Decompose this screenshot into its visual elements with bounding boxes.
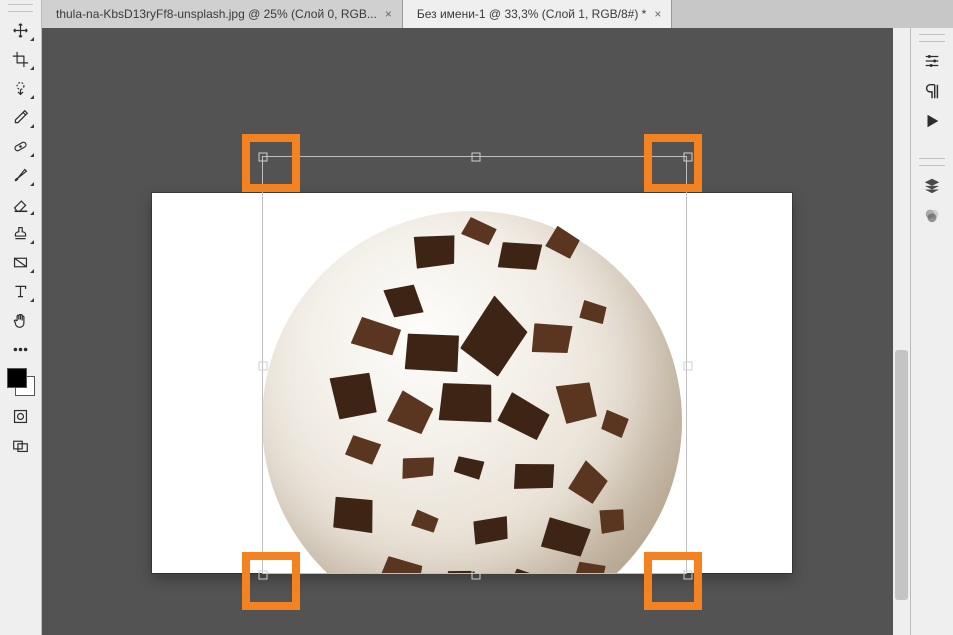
- free-transform-bounding-box[interactable]: [262, 156, 687, 574]
- panel-paragraph-icon[interactable]: [917, 78, 947, 104]
- document-tab[interactable]: Без имени-1 @ 33,3% (Слой 1, RGB/8#) * ×: [403, 0, 673, 28]
- vertical-scrollbar[interactable]: [893, 28, 910, 611]
- panel-actions-icon[interactable]: [917, 108, 947, 134]
- annotation-highlight: [644, 552, 702, 610]
- spot-healing-tool[interactable]: [6, 134, 36, 159]
- submenu-indicator-icon: [30, 66, 34, 70]
- submenu-indicator-icon: [30, 124, 34, 128]
- submenu-indicator-icon: [30, 95, 34, 99]
- hand-tool[interactable]: [6, 308, 36, 333]
- panel-adjustments-icon[interactable]: [917, 48, 947, 74]
- screen-mode-toggle[interactable]: [6, 433, 36, 458]
- gradient-tool[interactable]: [6, 250, 36, 275]
- crop-tool[interactable]: [6, 47, 36, 72]
- clone-stamp-tool[interactable]: [6, 221, 36, 246]
- submenu-indicator-icon: [30, 240, 34, 244]
- panel-grip[interactable]: [919, 158, 945, 166]
- panel-grip[interactable]: [919, 34, 945, 42]
- close-icon[interactable]: ×: [654, 7, 661, 21]
- more-tools[interactable]: [6, 337, 36, 362]
- document-tab-label: thula-na-KbsD13ryFf8-unsplash.jpg @ 25% …: [56, 7, 377, 21]
- annotation-highlight: [644, 134, 702, 192]
- submenu-indicator-icon: [30, 269, 34, 273]
- eraser-tool[interactable]: [6, 192, 36, 217]
- document-tab[interactable]: thula-na-KbsD13ryFf8-unsplash.jpg @ 25% …: [42, 0, 403, 28]
- document-tab-label: Без имени-1 @ 33,3% (Слой 1, RGB/8#) *: [417, 7, 647, 21]
- move-tool[interactable]: [6, 18, 36, 43]
- annotation-highlight: [242, 134, 300, 192]
- type-tool[interactable]: [6, 279, 36, 304]
- foreground-color-swatch[interactable]: [7, 368, 27, 388]
- close-icon[interactable]: ×: [385, 7, 392, 21]
- quick-mask-toggle[interactable]: [6, 404, 36, 429]
- transform-handle[interactable]: [259, 362, 268, 371]
- scrollbar-thumb[interactable]: [895, 350, 908, 600]
- document-work-area: [42, 28, 910, 635]
- panel-channels-icon[interactable]: [917, 202, 947, 228]
- submenu-indicator-icon: [30, 298, 34, 302]
- submenu-indicator-icon: [30, 211, 34, 215]
- right-panel-column: [910, 28, 953, 635]
- transform-handle[interactable]: [471, 571, 480, 580]
- scrollbar-corner: [893, 611, 910, 635]
- brush-tool[interactable]: [6, 163, 36, 188]
- submenu-indicator-icon: [30, 153, 34, 157]
- quick-selection-tool[interactable]: [6, 76, 36, 101]
- document-tabstrip: thula-na-KbsD13ryFf8-unsplash.jpg @ 25% …: [42, 0, 953, 29]
- transform-handle[interactable]: [471, 153, 480, 162]
- panel-grip[interactable]: [8, 4, 33, 12]
- submenu-indicator-icon: [30, 37, 34, 41]
- color-swatches[interactable]: [7, 368, 35, 396]
- transform-handle[interactable]: [684, 362, 693, 371]
- tool-column: [0, 0, 42, 635]
- eyedropper-tool[interactable]: [6, 105, 36, 130]
- annotation-highlight: [242, 552, 300, 610]
- panel-layers-icon[interactable]: [917, 172, 947, 198]
- submenu-indicator-icon: [30, 182, 34, 186]
